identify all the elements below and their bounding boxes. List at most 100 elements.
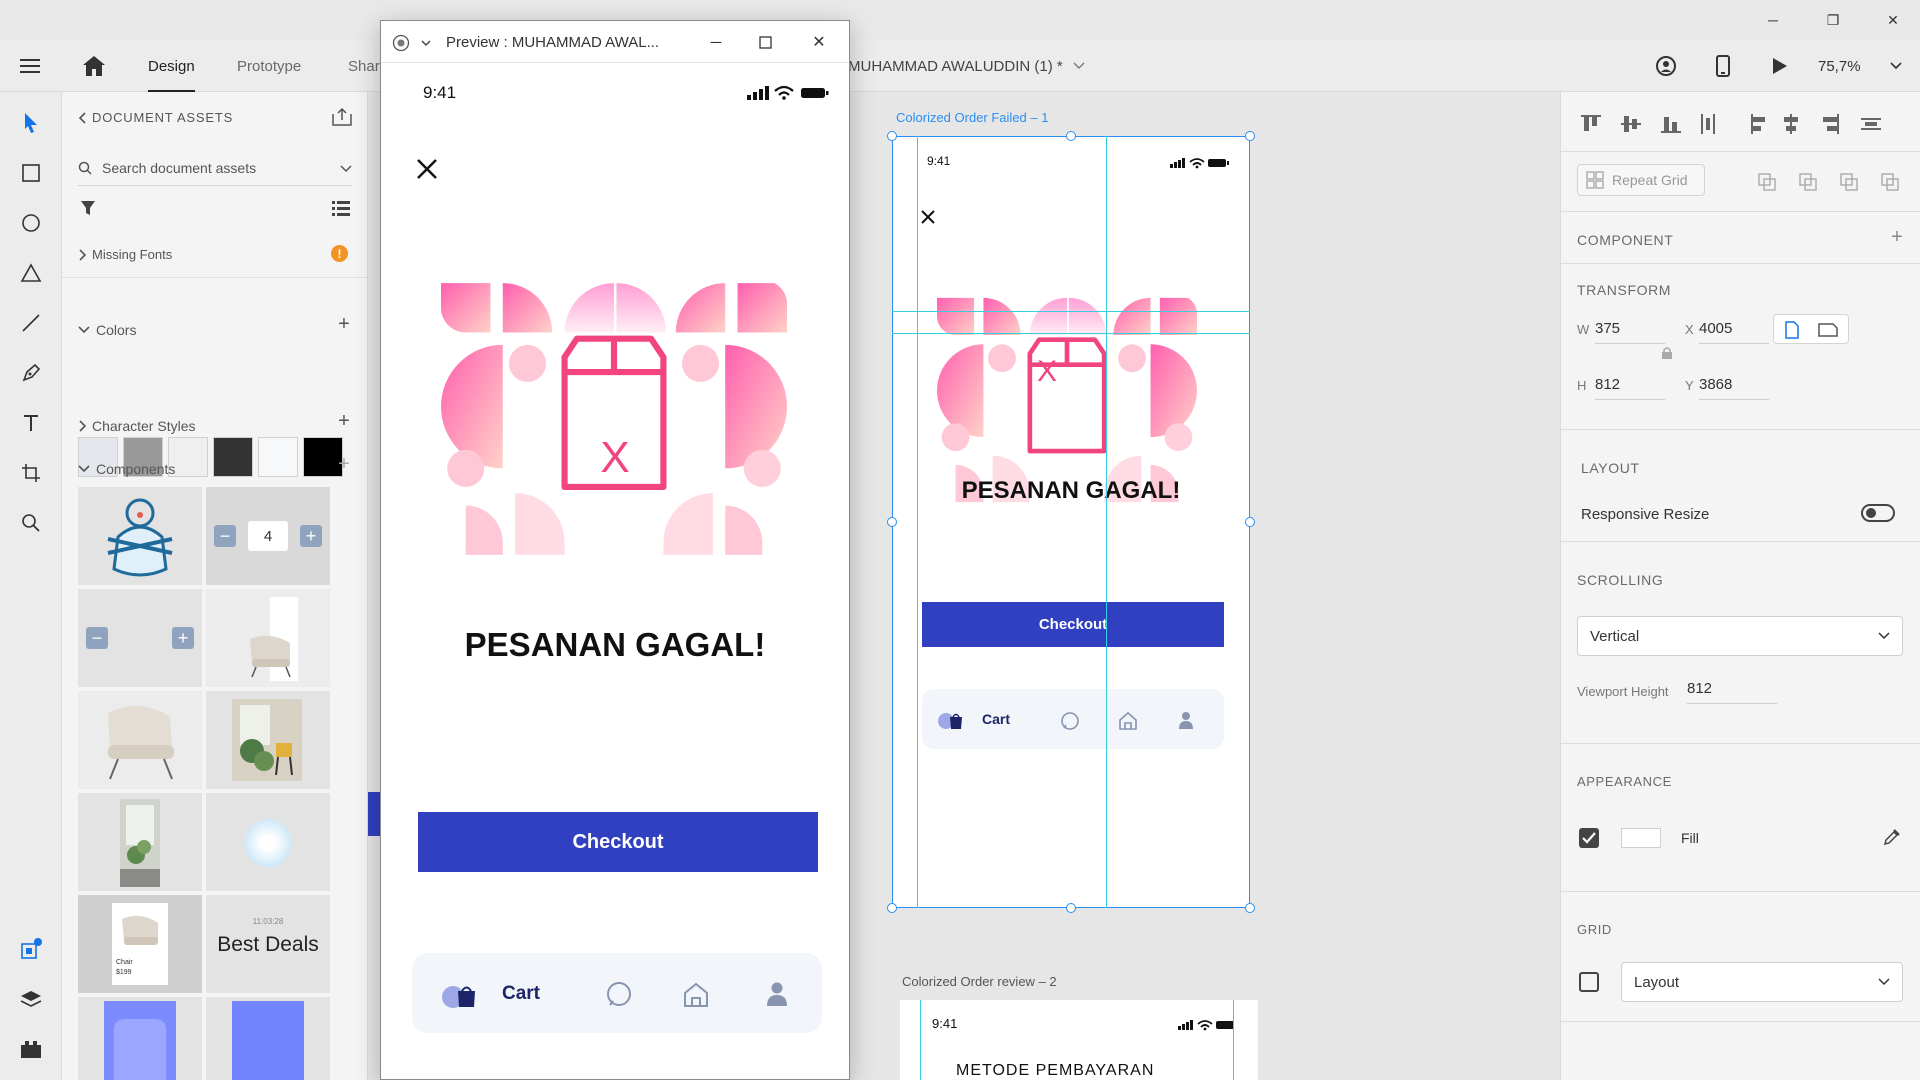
y-field[interactable]: 3868 — [1699, 376, 1769, 400]
select-tool-icon[interactable] — [16, 108, 46, 138]
component-best-deals[interactable]: 11:03:28 Best Deals — [206, 895, 330, 993]
preview-maximize-button[interactable] — [745, 21, 785, 63]
plugins-panel-icon[interactable] — [16, 1034, 46, 1064]
profile-icon[interactable] — [766, 981, 788, 1009]
pen-tool-icon[interactable] — [16, 358, 46, 388]
responsive-resize-toggle[interactable] — [1861, 504, 1895, 522]
component-room-photo[interactable] — [206, 691, 330, 789]
cart-icon[interactable] — [442, 983, 478, 1009]
boolean-ops-icons[interactable] — [1757, 172, 1907, 192]
tab-prototype[interactable]: Prototype — [237, 40, 301, 92]
component-window-photo[interactable] — [78, 793, 202, 891]
nav-cart-label[interactable]: Cart — [502, 983, 540, 1005]
component-loading-indicator[interactable] — [206, 793, 330, 891]
resize-handle[interactable] — [1245, 131, 1255, 141]
eyedropper-icon[interactable] — [1883, 828, 1901, 846]
assets-panel-icon[interactable] — [16, 934, 46, 964]
search-assets-field[interactable]: Search document assets — [78, 152, 352, 186]
add-component-icon[interactable]: + — [334, 453, 354, 476]
minimize-button[interactable]: ─ — [1750, 0, 1796, 40]
filter-icon[interactable] — [80, 200, 96, 221]
resize-handle[interactable] — [1245, 903, 1255, 913]
component-product-card[interactable]: Chair $199 — [78, 895, 202, 993]
component-mascot[interactable] — [78, 487, 202, 585]
repeat-grid-button[interactable]: Repeat Grid — [1577, 164, 1705, 196]
missing-fonts-row[interactable]: Missing Fonts — [78, 247, 172, 262]
restore-button[interactable]: ❐ — [1810, 0, 1856, 40]
color-swatch[interactable] — [258, 437, 298, 477]
hamburger-menu-icon[interactable] — [20, 40, 42, 92]
checkout-button[interactable]: Checkout — [418, 812, 818, 872]
line-tool-icon[interactable] — [16, 308, 46, 338]
assets-header[interactable]: DOCUMENT ASSETS — [78, 110, 233, 125]
checkout-button[interactable]: Checkout — [922, 602, 1224, 647]
device-preview-icon[interactable] — [1716, 40, 1730, 92]
fill-checkbox[interactable] — [1579, 828, 1599, 848]
component-stepper-buttons[interactable]: − + — [78, 589, 202, 687]
resize-handle[interactable] — [887, 517, 897, 527]
viewport-height-field[interactable]: 812 — [1687, 680, 1777, 704]
x-field[interactable]: 4005 — [1699, 320, 1769, 344]
home-icon[interactable] — [82, 40, 106, 92]
tab-share[interactable]: Shar — [348, 40, 380, 92]
record-menu-chevron-icon[interactable] — [421, 40, 431, 47]
rectangle-tool-icon[interactable] — [16, 158, 46, 188]
chat-icon[interactable] — [1060, 711, 1080, 731]
minus-icon[interactable]: − — [214, 525, 236, 547]
chat-icon[interactable] — [605, 981, 633, 1009]
add-character-style-icon[interactable]: + — [334, 410, 354, 433]
record-icon[interactable] — [392, 34, 410, 52]
list-view-icon[interactable] — [332, 200, 350, 221]
zoom-level[interactable]: 75,7% — [1818, 40, 1861, 92]
scrolling-dropdown[interactable]: Vertical — [1577, 616, 1903, 656]
home-icon[interactable] — [1118, 711, 1138, 731]
tab-design[interactable]: Design — [148, 40, 195, 92]
resize-handle[interactable] — [1066, 131, 1076, 141]
expand-chevron-icon[interactable] — [78, 248, 86, 261]
resize-handle[interactable] — [887, 903, 897, 913]
search-filter-chevron-icon[interactable] — [340, 165, 352, 173]
grid-checkbox[interactable] — [1579, 972, 1599, 992]
preview-window[interactable]: Preview : MUHAMMAD AWAL... ─ ✕ 9:41 X PE… — [380, 20, 850, 1080]
layers-panel-icon[interactable] — [16, 984, 46, 1014]
artboard2-label[interactable]: Colorized Order review – 2 — [902, 974, 1057, 989]
artboard-order-failed[interactable]: 9:41 X PESANAN GAGAL! Checkout Cart — [892, 136, 1250, 908]
plus-icon[interactable]: + — [172, 627, 194, 649]
export-icon[interactable] — [332, 107, 352, 131]
resize-handle[interactable] — [1245, 517, 1255, 527]
width-field[interactable]: 375 — [1595, 320, 1665, 344]
collapse-chevron-icon[interactable] — [78, 326, 90, 334]
color-swatch[interactable] — [213, 437, 253, 477]
minus-icon[interactable]: − — [86, 627, 108, 649]
home-icon[interactable] — [682, 981, 710, 1009]
expand-chevron-icon[interactable] — [78, 420, 86, 432]
landscape-icon[interactable] — [1818, 323, 1838, 337]
zoom-chevron-icon[interactable] — [1890, 40, 1902, 92]
plus-icon[interactable]: + — [300, 525, 322, 547]
resize-handle[interactable] — [1066, 903, 1076, 913]
grid-type-dropdown[interactable]: Layout — [1621, 962, 1903, 1002]
add-component-icon[interactable]: + — [1887, 226, 1907, 249]
character-styles-header[interactable]: Character Styles — [78, 418, 195, 434]
zoom-tool-icon[interactable] — [16, 508, 46, 538]
collapse-chevron-icon[interactable] — [78, 465, 90, 473]
fill-color-swatch[interactable] — [1621, 828, 1661, 848]
document-chevron-icon[interactable] — [1073, 62, 1085, 70]
colors-section-header[interactable]: Colors — [78, 322, 136, 338]
resize-handle[interactable] — [887, 131, 897, 141]
add-color-icon[interactable]: + — [334, 313, 354, 336]
document-title[interactable]: MUHAMMAD AWALUDDIN (1) * — [848, 40, 1085, 92]
lock-aspect-icon[interactable] — [1661, 346, 1673, 360]
portrait-icon[interactable] — [1785, 321, 1799, 339]
component-blue-panel[interactable] — [206, 997, 330, 1080]
artboard-order-review[interactable]: 9:41 METODE PEMBAYARAN — [900, 1000, 1258, 1080]
play-preview-icon[interactable] — [1772, 40, 1788, 92]
component-chair-photo[interactable] — [78, 691, 202, 789]
preview-close-button[interactable]: ✕ — [799, 21, 839, 63]
polygon-tool-icon[interactable] — [16, 258, 46, 288]
back-chevron-icon[interactable] — [78, 111, 86, 124]
component-quantity-stepper[interactable]: − 4 + — [206, 487, 330, 585]
text-tool-icon[interactable] — [16, 408, 46, 438]
close-window-button[interactable]: ✕ — [1870, 0, 1916, 40]
artboard-tool-icon[interactable] — [16, 458, 46, 488]
